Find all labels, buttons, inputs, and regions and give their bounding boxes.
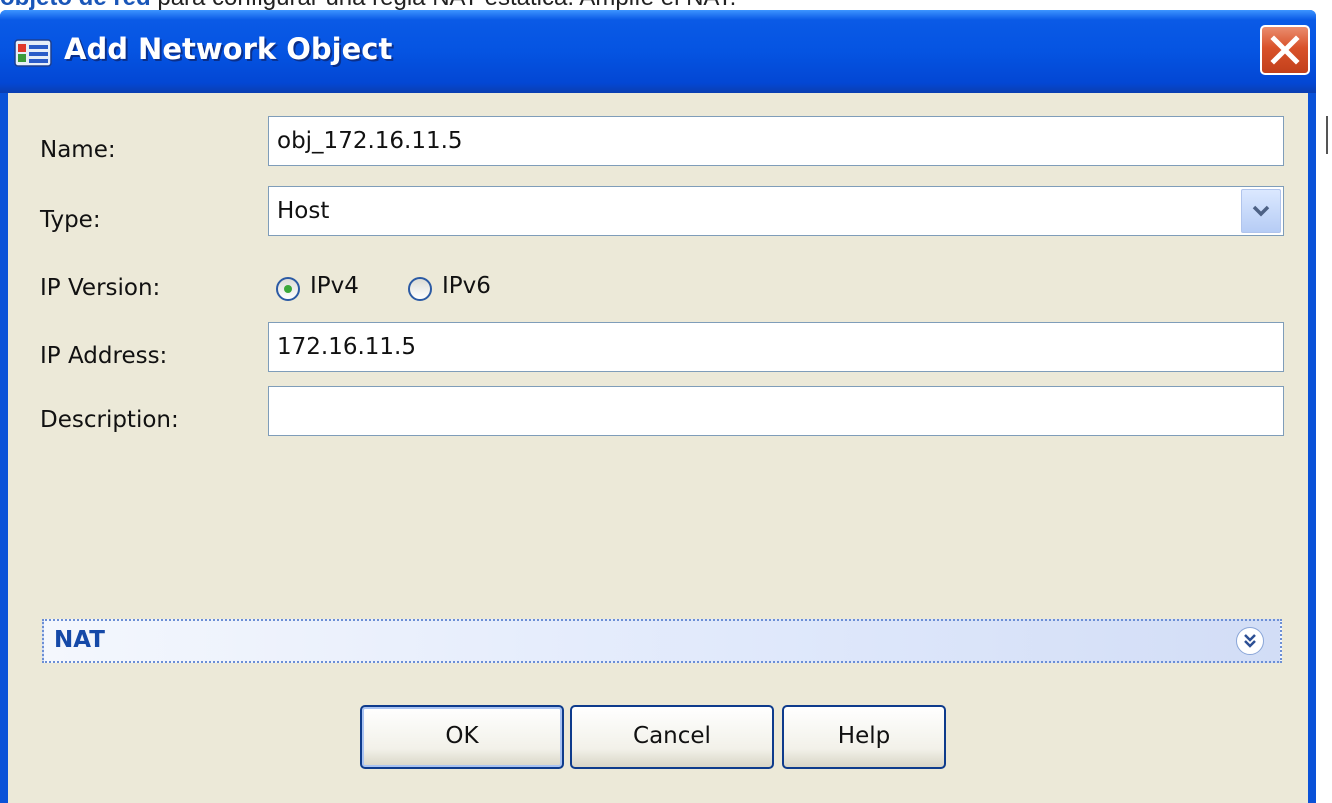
ipv6-radio[interactable] [408, 277, 432, 301]
description-field[interactable] [268, 386, 1284, 436]
dialog-body: Name: obj_172.16.11.5 Type: Host IP Vers… [8, 93, 1308, 803]
dialog-titlebar[interactable]: Add Network Object [0, 10, 1316, 93]
ipv4-radio-label[interactable]: IPv4 [310, 273, 359, 299]
page-caption: objeto de red para configurar una regla … [0, 0, 1332, 10]
nat-section-label: NAT [54, 627, 105, 653]
chevron-down-icon[interactable] [1241, 189, 1281, 233]
close-x-icon [1270, 35, 1300, 65]
name-label: Name: [40, 137, 116, 163]
caption-text: para configurar una regla NAT estática. … [151, 0, 736, 10]
type-select-value: Host [277, 198, 330, 224]
background-text-fragment [1320, 110, 1330, 160]
nat-section-header[interactable]: NAT [42, 619, 1282, 663]
name-field[interactable]: obj_172.16.11.5 [268, 116, 1284, 166]
description-label: Description: [40, 407, 179, 433]
ip-version-label: IP Version: [40, 275, 161, 301]
ipv6-radio-label[interactable]: IPv6 [442, 273, 491, 299]
double-chevron-down-icon[interactable] [1236, 627, 1264, 655]
network-object-icon [14, 38, 52, 68]
ipv4-radio[interactable] [276, 277, 300, 301]
close-button[interactable] [1260, 25, 1310, 75]
ok-button[interactable]: OK [360, 705, 564, 769]
cancel-button[interactable]: Cancel [570, 705, 774, 769]
ip-address-label: IP Address: [40, 343, 168, 369]
type-label: Type: [40, 207, 101, 233]
add-network-object-dialog: Add Network Object Name: obj_172.16.11.5… [0, 10, 1316, 803]
type-select[interactable]: Host [268, 186, 1284, 236]
caption-bold-text: objeto de red [0, 0, 151, 10]
dialog-title: Add Network Object [64, 32, 393, 66]
help-button[interactable]: Help [782, 705, 946, 769]
ip-address-field[interactable]: 172.16.11.5 [268, 322, 1284, 372]
